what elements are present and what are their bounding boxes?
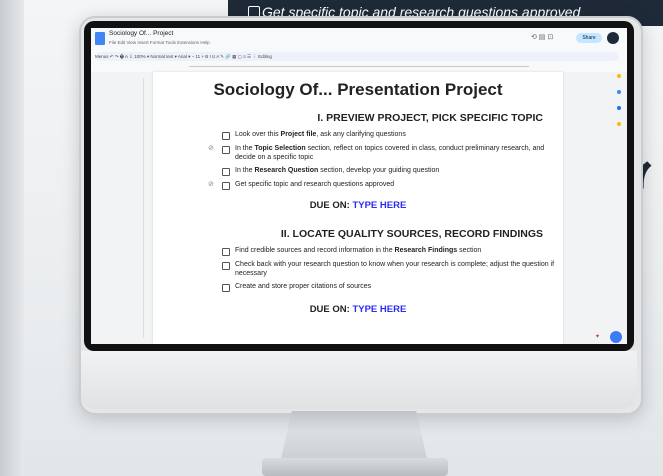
due-date-value[interactable]: TYPE HERE (352, 200, 406, 211)
share-button[interactable]: Share (576, 33, 602, 43)
keep-icon[interactable] (617, 74, 621, 78)
task-item-7: Create and store proper citations of sou… (235, 283, 372, 290)
task-checkbox[interactable] (222, 182, 230, 190)
task-checkbox[interactable] (222, 284, 230, 292)
task-checkbox[interactable] (222, 132, 230, 140)
task-checkbox[interactable] (222, 248, 230, 256)
task-checkbox[interactable] (222, 146, 230, 154)
due-date-2: DUE ON: TYPE HERE (309, 304, 407, 315)
menu-bar[interactable]: File Edit View Insert Format Tools Exten… (109, 40, 289, 48)
section-heading-2: II. LOCATE QUALITY SOURCES, RECORD FINDI… (280, 228, 543, 240)
side-panel-icons (615, 68, 623, 168)
background-edge (0, 0, 24, 476)
assistant-fab-icon[interactable] (610, 331, 622, 343)
contacts-icon[interactable] (617, 106, 621, 110)
assign-check-icon[interactable]: ⊘ (208, 180, 217, 189)
header-icons[interactable]: ⟲ ▤ ⊡ (531, 33, 571, 43)
task-item-2: In the Topic Selection section, reflect … (235, 145, 545, 161)
docs-logo-icon[interactable] (95, 32, 105, 45)
monitor-stand (280, 411, 428, 463)
task-item-1: Look over this Project file, ask any cla… (235, 131, 406, 138)
monitor-stand-base (262, 458, 448, 476)
task-checkbox[interactable] (222, 168, 230, 176)
task-item-5: Find credible sources and record informa… (235, 247, 482, 254)
due-date-1: DUE ON: TYPE HERE (309, 200, 407, 211)
due-date-value[interactable]: TYPE HERE (352, 304, 406, 315)
avatar[interactable] (607, 32, 619, 44)
document-page[interactable]: Sociology Of... Presentation Project I. … (153, 72, 563, 344)
apple-logo-icon (340, 370, 366, 400)
task-item-4: Get specific topic and research question… (235, 181, 395, 188)
task-checkbox[interactable] (222, 262, 230, 270)
task-item-6: Check back with your research question t… (235, 261, 555, 277)
tasks-icon[interactable] (617, 90, 621, 94)
vertical-ruler (143, 78, 148, 338)
task-item-3: In the Research Question section, develo… (235, 167, 440, 174)
horizontal-ruler (91, 64, 627, 71)
section-heading-1: I. PREVIEW PROJECT, PICK SPECIFIC TOPIC (317, 112, 543, 124)
assign-check-icon[interactable]: ⊘ (208, 144, 217, 153)
monitor-screen: Sociology Of... Project File Edit View I… (91, 28, 627, 344)
formatting-toolbar[interactable]: Menus ↶ ↷ 🖶 A ⇩ 100% ▾ Normal text ▾ Ari… (95, 52, 619, 61)
document-title[interactable]: Sociology Of... Project (109, 30, 229, 39)
maps-icon[interactable] (617, 122, 621, 126)
docs-header: Sociology Of... Project File Edit View I… (91, 28, 627, 50)
doc-main-title: Sociology Of... Presentation Project (213, 80, 503, 99)
gemini-icon[interactable]: ✦ (595, 333, 605, 341)
